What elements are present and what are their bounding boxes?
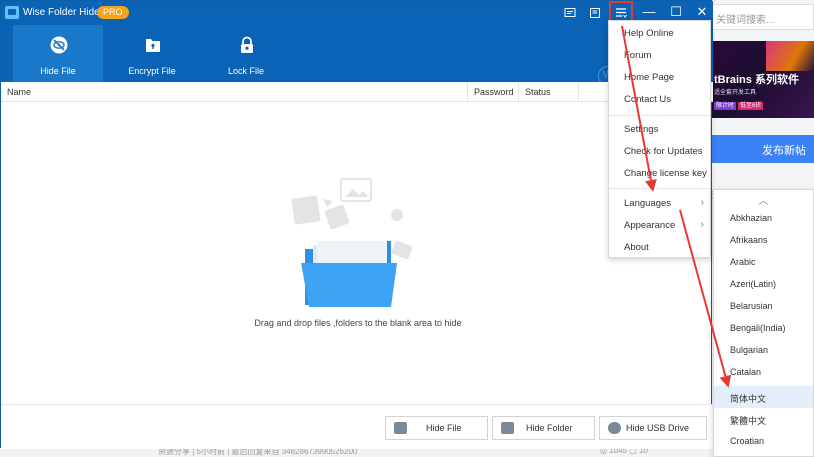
app-title: Wise Folder Hider xyxy=(23,7,104,18)
banner-subtitle: 适全套开发工具 xyxy=(714,90,757,96)
menu-item-label: Appearance xyxy=(624,220,676,231)
hide-folder-button[interactable]: Hide Folder xyxy=(492,416,595,440)
language-item-belarusian[interactable]: Belarusian xyxy=(714,295,813,317)
language-item-catalan[interactable]: Catalan xyxy=(714,361,813,383)
column-divider xyxy=(518,82,519,102)
folder-icon xyxy=(501,422,514,434)
language-item-croatian[interactable]: Croatian xyxy=(714,430,813,452)
web-search-input[interactable]: 关键词搜索... xyxy=(712,4,814,30)
app-logo-icon xyxy=(5,6,19,19)
tab-lock-file[interactable]: Lock File xyxy=(201,25,291,82)
button-label: Hide File xyxy=(426,423,462,433)
eye-slash-icon xyxy=(50,36,68,54)
chevron-right-icon: › xyxy=(700,197,704,208)
column-divider xyxy=(578,82,579,102)
tab-hide-file[interactable]: Hide File xyxy=(13,25,103,82)
button-label: Hide USB Drive xyxy=(626,423,690,433)
menu-item-appearance[interactable]: Appearance › xyxy=(609,214,710,236)
menu-item-home-page[interactable]: Home Page xyxy=(609,66,710,88)
file-list-header: Name Password Status xyxy=(1,82,713,102)
languages-submenu: ︿ Abkhazian Afrikaans Arabic Azeri(Latin… xyxy=(713,189,814,457)
menu-item-forum[interactable]: Forum xyxy=(609,44,710,66)
banner-title: tBrains 系列软件 xyxy=(714,74,799,86)
column-status[interactable]: Status xyxy=(525,87,551,97)
language-item-simplified-chinese[interactable]: 简体中文 xyxy=(714,386,813,408)
file-icon xyxy=(394,422,407,434)
hide-usb-drive-button[interactable]: Hide USB Drive xyxy=(599,416,707,440)
banner-graphic xyxy=(766,41,814,71)
language-item-traditional-chinese[interactable]: 繁體中文 xyxy=(714,408,813,430)
bottom-action-bar: Hide File Hide Folder Hide USB Drive xyxy=(1,404,713,449)
menu-item-label: Languages xyxy=(624,198,672,209)
menu-item-change-license-key[interactable]: Change license key xyxy=(609,162,710,184)
menu-item-check-for-updates[interactable]: Check for Updates xyxy=(609,140,710,162)
column-name[interactable]: Name xyxy=(7,87,31,97)
menu-item-languages[interactable]: Languages › xyxy=(609,192,710,214)
pro-badge: PRO xyxy=(97,6,129,19)
hide-file-button[interactable]: Hide File xyxy=(385,416,488,440)
menu-item-settings[interactable]: Settings xyxy=(609,118,710,140)
language-item-arabic[interactable]: Arabic xyxy=(714,251,813,273)
screen: 关键词搜索... tBrains 系列软件 适全套开发工具 限计时 低至6折 发布… xyxy=(0,0,814,457)
padlock-icon xyxy=(241,36,253,53)
column-divider xyxy=(467,82,468,102)
tab-encrypt-file[interactable]: Encrypt File xyxy=(107,25,197,82)
title-bar[interactable]: Wise Folder Hider PRO — ☐ ✕ xyxy=(1,1,713,25)
menu-separator xyxy=(609,188,710,189)
menu-separator xyxy=(609,115,710,116)
language-item-bengali-india[interactable]: Bengali(India) xyxy=(714,317,813,339)
banner-tag-2: 低至6折 xyxy=(738,102,764,110)
banner-tags: 限计时 低至6折 xyxy=(714,100,764,110)
language-item-bulgarian[interactable]: Bulgarian xyxy=(714,339,813,361)
skin-icon[interactable] xyxy=(583,1,607,25)
language-item-afrikaans[interactable]: Afrikaans xyxy=(714,229,813,251)
feedback-icon[interactable] xyxy=(558,1,582,25)
main-dropdown-menu: Help Online Forum Home Page Contact Us S… xyxy=(608,20,711,258)
banner-tag-1: 限计时 xyxy=(714,102,737,110)
menu-item-help-online[interactable]: Help Online xyxy=(609,22,710,44)
language-item-abkhazian[interactable]: Abkhazian xyxy=(714,207,813,229)
tab-label: Encrypt File xyxy=(128,66,176,76)
file-lock-icon xyxy=(146,39,160,52)
main-toolbar: Hide File Encrypt File Lock File W xyxy=(1,25,713,86)
tab-label: Hide File xyxy=(40,66,76,76)
column-password[interactable]: Password xyxy=(474,87,514,97)
scroll-up-chevron-icon[interactable]: ︿ xyxy=(714,192,813,207)
empty-state-message: Drag and drop files ,folders to the blan… xyxy=(254,318,462,328)
usb-drive-icon xyxy=(608,422,621,434)
language-item-azeri-latin[interactable]: Azeri(Latin) xyxy=(714,273,813,295)
tab-label: Lock File xyxy=(227,66,264,76)
web-ad-banner[interactable]: tBrains 系列软件 适全套开发工具 限计时 低至6折 xyxy=(712,41,814,118)
menu-item-contact-us[interactable]: Contact Us xyxy=(609,88,710,110)
empty-folder-illustration xyxy=(291,178,413,307)
app-window: Wise Folder Hider PRO — ☐ ✕ Hide File En xyxy=(0,0,713,449)
web-post-button[interactable]: 发布新帖 xyxy=(712,135,814,163)
button-label: Hide Folder xyxy=(526,423,573,433)
menu-item-about[interactable]: About xyxy=(609,236,710,258)
chevron-right-icon: › xyxy=(700,219,704,230)
